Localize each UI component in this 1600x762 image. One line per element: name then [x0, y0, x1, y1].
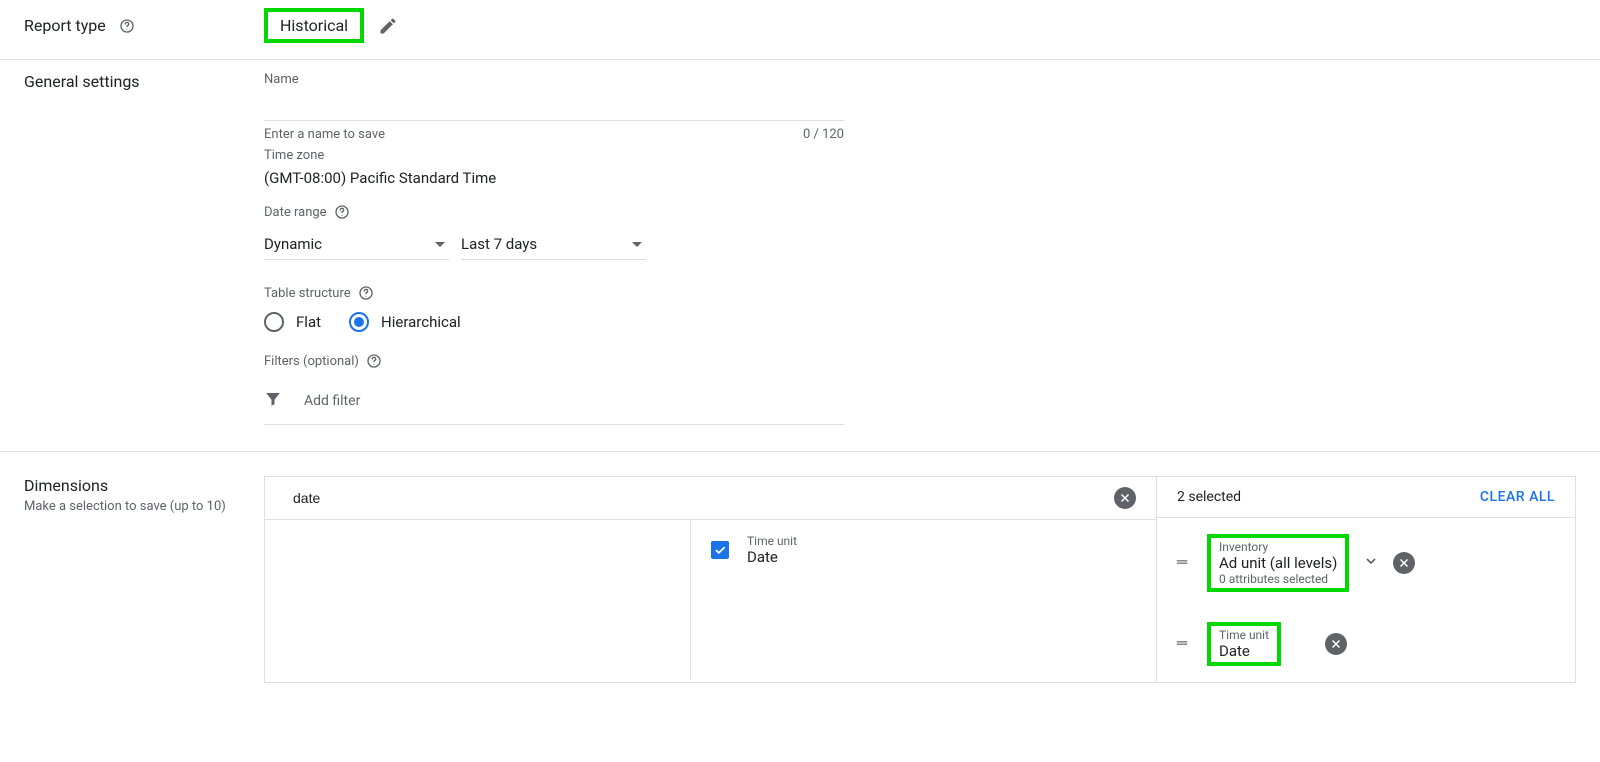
drag-handle-icon[interactable]: [1175, 554, 1193, 573]
report-type-label: Report type: [24, 16, 106, 35]
name-helper-text: Enter a name to save: [264, 127, 385, 142]
radio-hierarchical-label: Hierarchical: [381, 313, 461, 331]
selected-dimension-item: Inventory Ad unit (all levels) 0 attribu…: [1169, 528, 1563, 598]
edit-icon[interactable]: [378, 16, 398, 36]
remove-icon[interactable]: [1325, 633, 1347, 655]
name-label: Name: [264, 72, 844, 87]
selected-category: Inventory: [1219, 540, 1337, 554]
help-icon[interactable]: [365, 352, 383, 370]
help-icon[interactable]: [333, 203, 351, 221]
radio-flat[interactable]: Flat: [264, 312, 321, 332]
chevron-down-icon[interactable]: [1363, 553, 1379, 573]
clear-all-button[interactable]: CLEAR ALL: [1480, 489, 1555, 505]
add-filter-label: Add filter: [304, 393, 360, 409]
filter-icon: [264, 390, 282, 412]
dimensions-search-input[interactable]: [293, 490, 1114, 506]
date-range-type-select[interactable]: Dynamic: [264, 229, 449, 260]
date-range-value-select[interactable]: Last 7 days: [461, 229, 646, 260]
name-counter: 0 / 120: [803, 127, 844, 142]
radio-flat-label: Flat: [296, 313, 321, 331]
report-type-value: Historical: [280, 16, 348, 35]
chevron-down-icon: [632, 242, 642, 247]
dimensions-label: Dimensions: [24, 476, 264, 495]
result-value: Date: [747, 548, 797, 566]
name-input[interactable]: [264, 87, 844, 121]
drag-handle-icon[interactable]: [1175, 635, 1193, 654]
date-range-type-value: Dynamic: [264, 235, 322, 253]
selected-dimension-item: Time unit Date: [1169, 616, 1563, 672]
selected-value: Ad unit (all levels): [1219, 554, 1337, 572]
date-range-label: Date range: [264, 205, 327, 220]
clear-search-icon[interactable]: [1114, 487, 1136, 509]
dimensions-section: Dimensions Make a selection to save (up …: [0, 452, 1600, 683]
report-type-value-highlight: Historical: [264, 8, 364, 43]
general-settings-label: General settings: [24, 72, 140, 91]
timezone-label: Time zone: [264, 148, 844, 163]
selected-highlight: Time unit Date: [1207, 622, 1281, 666]
selected-value: Date: [1219, 642, 1269, 660]
remove-icon[interactable]: [1393, 552, 1415, 574]
search-category-column: [265, 520, 691, 680]
checkbox-checked-icon[interactable]: [711, 541, 729, 559]
help-icon[interactable]: [357, 284, 375, 302]
dimensions-search-panel: Time unit Date: [264, 476, 1156, 683]
table-structure-label: Table structure: [264, 286, 351, 301]
help-icon[interactable]: [118, 17, 136, 35]
general-settings-section: General settings Name Enter a name to sa…: [0, 60, 1600, 452]
dimensions-selected-panel: 2 selected CLEAR ALL Inventory Ad unit (…: [1156, 476, 1576, 683]
filters-label: Filters (optional): [264, 354, 359, 369]
radio-hierarchical[interactable]: Hierarchical: [349, 312, 461, 332]
chevron-down-icon: [435, 242, 445, 247]
timezone-value: (GMT-08:00) Pacific Standard Time: [264, 169, 844, 187]
date-range-value: Last 7 days: [461, 235, 537, 253]
radio-icon: [264, 312, 284, 332]
dimensions-sublabel: Make a selection to save (up to 10): [24, 499, 264, 514]
add-filter-button[interactable]: Add filter: [264, 378, 844, 425]
report-type-section: Report type Historical: [0, 0, 1600, 60]
selected-count: 2 selected: [1177, 489, 1241, 505]
radio-icon-checked: [349, 312, 369, 332]
selected-category: Time unit: [1219, 628, 1269, 642]
search-result-item[interactable]: Time unit Date: [711, 534, 1136, 566]
result-category: Time unit: [747, 534, 797, 548]
selected-highlight: Inventory Ad unit (all levels) 0 attribu…: [1207, 534, 1349, 592]
selected-sub: 0 attributes selected: [1219, 572, 1337, 586]
